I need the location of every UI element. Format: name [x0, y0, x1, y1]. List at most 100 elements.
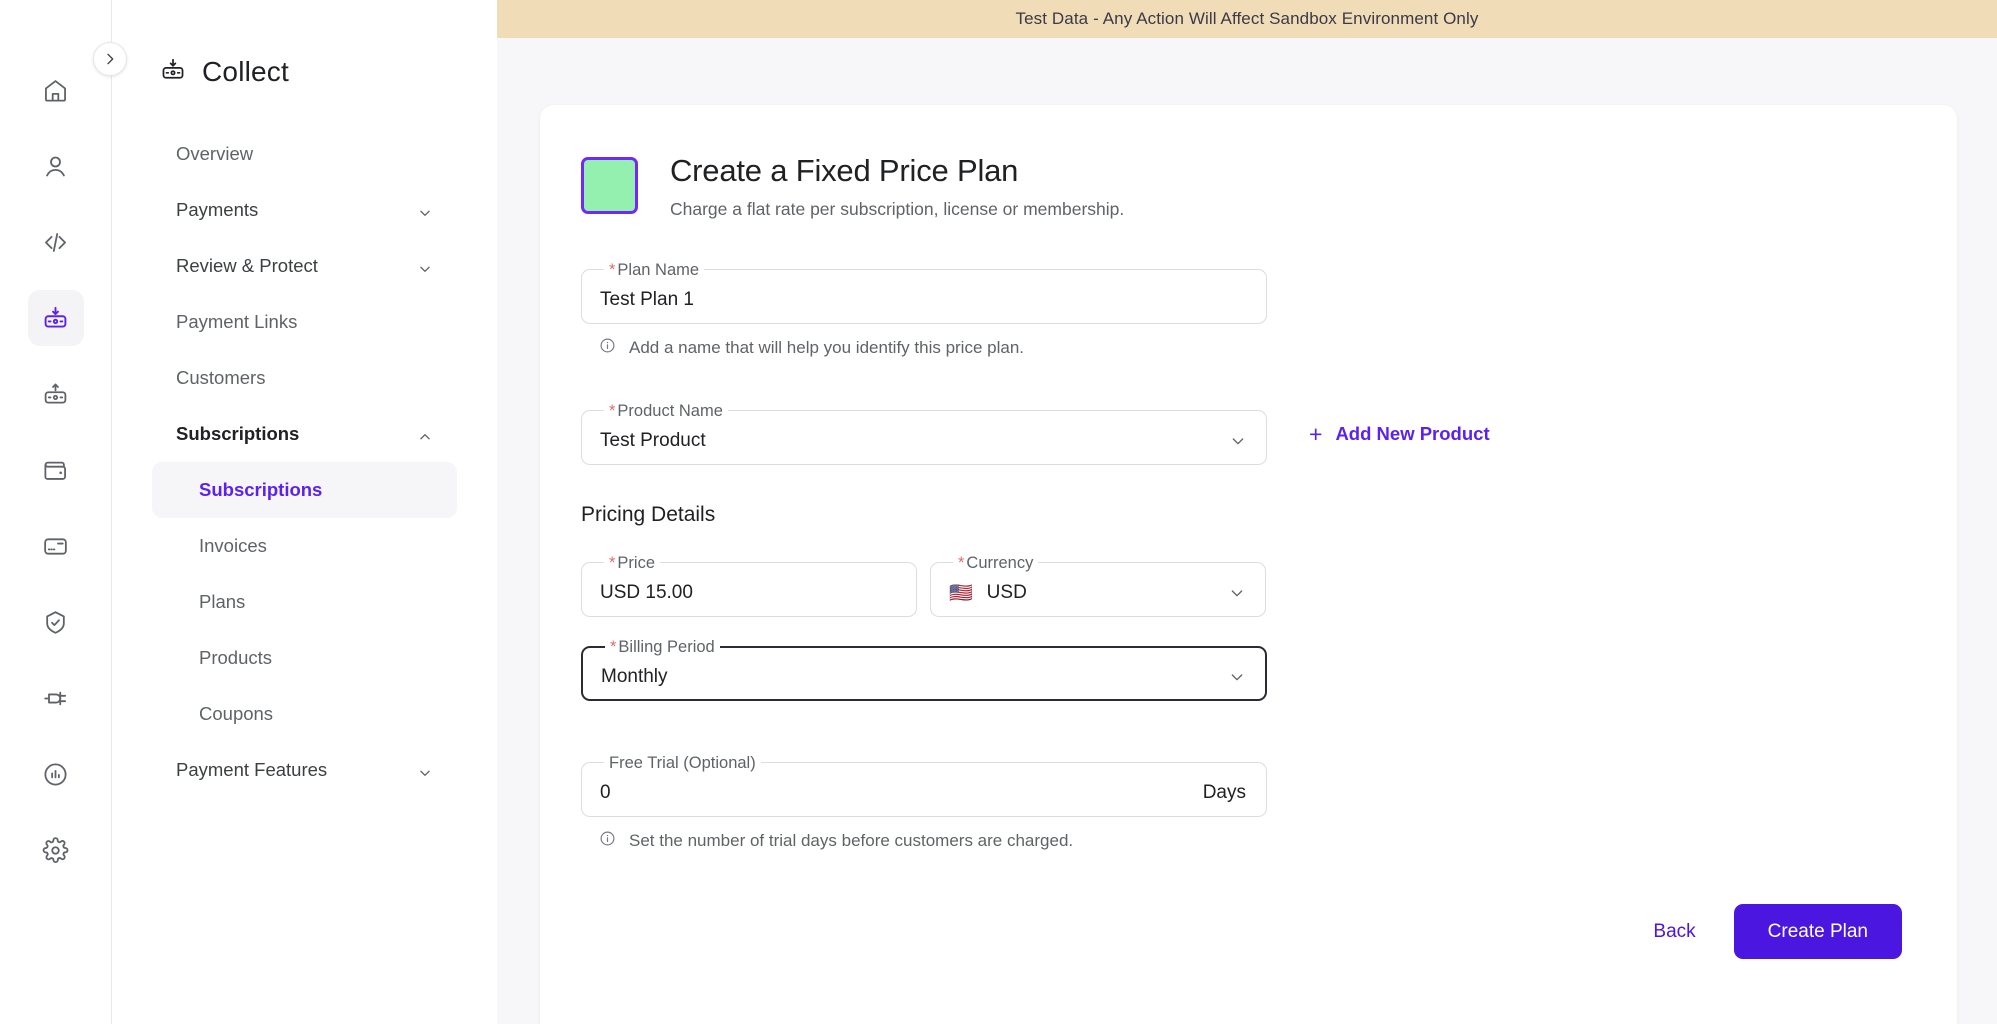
- required-marker: *: [609, 554, 615, 572]
- sidebar-item-label: Payment Links: [176, 311, 297, 333]
- billing-period-select-value[interactable]: Monthly: [601, 666, 1229, 688]
- sidebar-item-label: Review & Protect: [176, 255, 318, 277]
- payout-icon[interactable]: [28, 366, 84, 422]
- product-name-field: *Product Name Test Product: [581, 403, 1267, 465]
- required-marker: *: [958, 554, 964, 572]
- price-currency-row: *Price USD 15.00 *Currency 🇺🇸 USD: [581, 555, 1902, 617]
- chevron-up-icon: [418, 427, 432, 441]
- plug-icon[interactable]: [28, 670, 84, 726]
- sidebar-item-label: Invoices: [199, 535, 267, 557]
- price-label: *Price: [604, 555, 660, 572]
- product-name-row: *Product Name Test Product + Add New Pro…: [581, 403, 1902, 465]
- sidebar-item-payments[interactable]: Payments: [152, 182, 457, 238]
- main-region: Test Data - Any Action Will Affect Sandb…: [497, 0, 1997, 1024]
- page-title: Create a Fixed Price Plan: [670, 153, 1124, 190]
- sidebar-brand-label: Collect: [202, 56, 289, 88]
- code-icon[interactable]: [28, 214, 84, 270]
- sandbox-banner: Test Data - Any Action Will Affect Sandb…: [497, 0, 1997, 38]
- create-plan-button[interactable]: Create Plan: [1734, 904, 1902, 959]
- analytics-icon[interactable]: [28, 746, 84, 802]
- plan-name-helper-text: Add a name that will help you identify t…: [629, 338, 1024, 358]
- sidebar-collapse-toggle[interactable]: [93, 42, 127, 76]
- sidebar-item-plans[interactable]: Plans: [152, 574, 457, 630]
- sidebar-item-overview[interactable]: Overview: [152, 126, 457, 182]
- create-plan-card: Create a Fixed Price Plan Charge a flat …: [540, 105, 1957, 1024]
- plan-name-input[interactable]: Test Plan 1: [600, 289, 1246, 311]
- currency-select-wrapper[interactable]: *Currency 🇺🇸 USD: [930, 555, 1266, 617]
- plan-name-helper: Add a name that will help you identify t…: [581, 337, 1267, 359]
- sidebar-item-label: Products: [199, 647, 272, 669]
- info-icon: [599, 830, 616, 852]
- shield-check-icon[interactable]: [28, 594, 84, 650]
- plan-name-input-wrapper[interactable]: *Plan Name Test Plan 1: [581, 262, 1267, 324]
- product-name-label: *Product Name: [604, 403, 728, 420]
- free-trial-field: Free Trial (Optional) 0 Days Set the num…: [581, 755, 1267, 852]
- chevron-down-icon[interactable]: [1230, 433, 1246, 449]
- free-trial-helper-text: Set the number of trial days before cust…: [629, 831, 1073, 851]
- billing-period-select-wrapper[interactable]: *Billing Period Monthly: [581, 639, 1267, 701]
- add-new-product-button[interactable]: + Add New Product: [1309, 423, 1490, 446]
- free-trial-helper: Set the number of trial days before cust…: [581, 830, 1267, 852]
- back-button[interactable]: Back: [1633, 909, 1715, 955]
- product-name-select-wrapper[interactable]: *Product Name Test Product: [581, 403, 1267, 465]
- sidebar-item-products[interactable]: Products: [152, 630, 457, 686]
- chevron-down-icon: [418, 763, 432, 777]
- currency-value-text: USD: [987, 582, 1027, 604]
- chevron-down-icon: [418, 259, 432, 273]
- info-icon: [599, 337, 616, 359]
- sidebar-item-label: Subscriptions: [199, 479, 322, 501]
- app-root: Collect Overview Payments Review & Prote…: [0, 0, 1997, 1024]
- sidebar-item-label: Subscriptions: [176, 423, 299, 445]
- price-input[interactable]: USD 15.00: [600, 582, 896, 604]
- free-trial-input-wrapper[interactable]: Free Trial (Optional) 0 Days: [581, 755, 1267, 817]
- plan-type-swatch-icon: [581, 157, 638, 214]
- billing-period-field: *Billing Period Monthly: [581, 639, 1267, 701]
- sidebar-item-label: Payments: [176, 199, 258, 221]
- required-marker: *: [609, 261, 615, 279]
- required-marker: *: [610, 638, 616, 656]
- sidebar-item-subscriptions[interactable]: Subscriptions: [152, 462, 457, 518]
- sidebar-item-review-and-protect[interactable]: Review & Protect: [152, 238, 457, 294]
- collect-icon[interactable]: [28, 290, 84, 346]
- product-name-select-value[interactable]: Test Product: [600, 430, 1230, 452]
- currency-field: *Currency 🇺🇸 USD: [930, 555, 1266, 617]
- plus-icon: +: [1309, 423, 1322, 446]
- pricing-details-heading: Pricing Details: [581, 503, 1902, 527]
- currency-select-value[interactable]: 🇺🇸 USD: [949, 582, 1229, 604]
- sidebar-nav-list: Overview Payments Review & Protect Payme…: [112, 126, 497, 798]
- sidebar-item-customers[interactable]: Customers: [152, 350, 457, 406]
- primary-icon-rail: [0, 0, 112, 1024]
- sidebar-item-subscriptions-group[interactable]: Subscriptions: [152, 406, 457, 462]
- chevron-right-icon: [102, 51, 118, 67]
- add-new-product-label: Add New Product: [1335, 423, 1489, 445]
- user-icon[interactable]: [28, 138, 84, 194]
- chevron-down-icon[interactable]: [1229, 585, 1245, 601]
- free-trial-label: Free Trial (Optional): [604, 755, 761, 772]
- home-icon[interactable]: [28, 62, 84, 118]
- sidebar-item-coupons[interactable]: Coupons: [152, 686, 457, 742]
- sidebar-item-payment-features[interactable]: Payment Features: [152, 742, 457, 798]
- sidebar-brand: Collect: [112, 48, 497, 96]
- billing-period-label: *Billing Period: [605, 639, 720, 656]
- sidebar-item-label: Coupons: [199, 703, 273, 725]
- gear-icon[interactable]: [28, 822, 84, 878]
- plan-name-label: *Plan Name: [604, 262, 704, 279]
- required-marker: *: [609, 402, 615, 420]
- sidebar-item-invoices[interactable]: Invoices: [152, 518, 457, 574]
- us-flag-icon: 🇺🇸: [949, 584, 973, 603]
- price-field: *Price USD 15.00: [581, 555, 917, 617]
- sidebar-item-payment-links[interactable]: Payment Links: [152, 294, 457, 350]
- sidebar-item-label: Payment Features: [176, 759, 327, 781]
- sidebar-item-label: Plans: [199, 591, 245, 613]
- currency-label: *Currency: [953, 555, 1038, 572]
- wallet-icon[interactable]: [28, 442, 84, 498]
- plan-name-field: *Plan Name Test Plan 1 Add a name that w…: [581, 262, 1267, 359]
- price-input-wrapper[interactable]: *Price USD 15.00: [581, 555, 917, 617]
- sidebar-item-label: Overview: [176, 143, 253, 165]
- free-trial-unit: Days: [1203, 782, 1246, 804]
- page-subtitle: Charge a flat rate per subscription, lic…: [670, 199, 1124, 220]
- sandbox-banner-text: Test Data - Any Action Will Affect Sandb…: [1016, 9, 1479, 29]
- card-icon[interactable]: [28, 518, 84, 574]
- chevron-down-icon[interactable]: [1229, 669, 1245, 685]
- free-trial-input[interactable]: 0: [600, 782, 1203, 804]
